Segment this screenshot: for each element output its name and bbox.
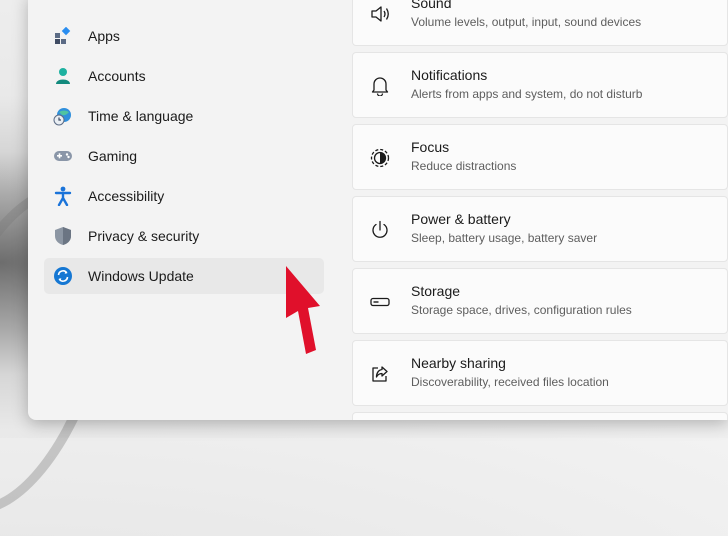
sidebar-item-label: Accessibility — [88, 188, 165, 204]
settings-card-sound[interactable]: Sound Volume levels, output, input, soun… — [352, 0, 728, 46]
sidebar: Apps Accounts Time & language Gaming Acc… — [28, 0, 338, 420]
card-subtitle: Reduce distractions — [411, 159, 517, 173]
sidebar-item-privacy-security[interactable]: Privacy & security — [44, 218, 324, 254]
sidebar-item-label: Time & language — [88, 108, 194, 124]
sidebar-item-accessibility[interactable]: Accessibility — [44, 178, 324, 214]
card-title: Nearby sharing — [411, 355, 506, 371]
card-subtitle: Sleep, battery usage, battery saver — [411, 231, 598, 245]
settings-content: Sound Volume levels, output, input, soun… — [352, 0, 728, 420]
card-title: Notifications — [411, 67, 488, 83]
time-language-icon — [52, 105, 74, 127]
settings-card-power-battery[interactable]: Power & battery Sleep, battery usage, ba… — [352, 196, 728, 262]
sidebar-item-label: Gaming — [88, 148, 138, 164]
sidebar-item-label: Apps — [88, 28, 120, 44]
windows-update-icon — [52, 265, 74, 287]
card-subtitle: Volume levels, output, input, sound devi… — [411, 15, 642, 29]
accounts-icon — [52, 65, 74, 87]
gaming-icon — [52, 145, 74, 167]
share-icon — [369, 363, 391, 385]
settings-card-partial[interactable] — [352, 412, 728, 420]
settings-window: Apps Accounts Time & language Gaming Acc… — [28, 0, 728, 420]
settings-card-notifications[interactable]: Notifications Alerts from apps and syste… — [352, 52, 728, 118]
card-subtitle: Discoverability, received files location — [411, 375, 609, 389]
focus-icon — [369, 147, 391, 169]
sidebar-item-label: Accounts — [88, 68, 146, 84]
card-subtitle: Alerts from apps and system, do not dist… — [411, 87, 643, 101]
power-icon — [369, 219, 391, 241]
accessibility-icon — [52, 185, 74, 207]
storage-icon — [369, 291, 391, 313]
sidebar-item-label: Privacy & security — [88, 228, 200, 244]
sidebar-item-apps[interactable]: Apps — [44, 18, 324, 54]
card-title: Sound — [411, 0, 452, 11]
sidebar-item-accounts[interactable]: Accounts — [44, 58, 324, 94]
settings-card-storage[interactable]: Storage Storage space, drives, configura… — [352, 268, 728, 334]
card-title: Power & battery — [411, 211, 511, 227]
speaker-icon — [369, 3, 391, 25]
sidebar-item-time-language[interactable]: Time & language — [44, 98, 324, 134]
settings-card-nearby-sharing[interactable]: Nearby sharing Discoverability, received… — [352, 340, 728, 406]
card-subtitle: Storage space, drives, configuration rul… — [411, 303, 632, 317]
settings-card-focus[interactable]: Focus Reduce distractions — [352, 124, 728, 190]
apps-icon — [52, 25, 74, 47]
bell-icon — [369, 75, 391, 97]
card-title: Focus — [411, 139, 450, 155]
annotation-arrow-icon — [286, 266, 320, 354]
shield-icon — [52, 225, 74, 247]
card-title: Storage — [411, 283, 461, 299]
sidebar-item-label: Windows Update — [88, 268, 194, 284]
sidebar-item-gaming[interactable]: Gaming — [44, 138, 324, 174]
